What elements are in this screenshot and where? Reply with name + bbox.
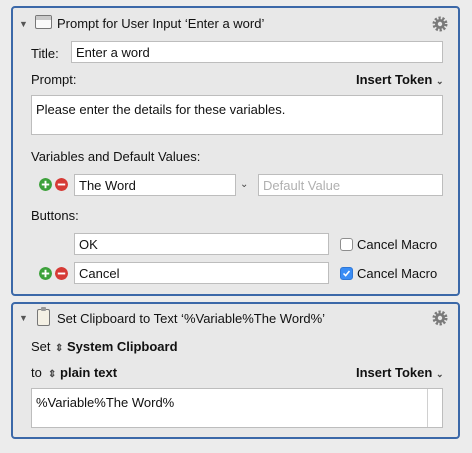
insert-token-menu[interactable]: Insert Token ⌄ (356, 72, 444, 87)
cancel-macro-checkbox-cancel[interactable] (340, 267, 353, 280)
variables-label: Variables and Default Values: (31, 149, 201, 164)
cancel-macro-label-cancel: Cancel Macro (357, 266, 438, 281)
gear-icon[interactable] (431, 309, 449, 327)
format-select[interactable]: ⇕ plain text (48, 365, 117, 380)
window-icon (35, 15, 52, 29)
plus-icon[interactable] (39, 267, 52, 280)
title-label: Title: (31, 46, 59, 61)
variable-name-input[interactable]: The Word (74, 174, 236, 196)
title-input[interactable]: Enter a word (71, 41, 443, 63)
default-value-input[interactable]: Default Value (258, 174, 443, 196)
buttons-label: Buttons: (31, 208, 79, 223)
clipboard-text-input[interactable]: %Variable%The Word% (31, 388, 443, 428)
minus-icon[interactable] (55, 267, 68, 280)
cancel-macro-label-ok: Cancel Macro (357, 237, 438, 252)
updown-chevron-icon: ⇕ (55, 343, 64, 354)
insert-token-menu[interactable]: Insert Token ⌄ (356, 365, 444, 380)
plus-icon[interactable] (39, 178, 52, 191)
cancel-macro-checkbox-ok[interactable] (340, 238, 353, 251)
updown-chevron-icon: ⇕ (48, 369, 57, 380)
prompt-textarea[interactable]: Please enter the details for these varia… (31, 95, 443, 135)
action-title: Set Clipboard to Text ‘%Variable%The Wor… (57, 311, 326, 326)
collapse-triangle-icon[interactable]: ▼ (19, 19, 28, 29)
prompt-label: Prompt: (31, 72, 77, 87)
collapse-triangle-icon[interactable]: ▼ (19, 313, 28, 323)
button-label-input-ok[interactable]: OK (74, 233, 329, 255)
gear-icon[interactable] (431, 15, 449, 33)
prompt-for-user-input-action[interactable]: ▼ Prompt for User Input ‘Enter a word’ T… (11, 6, 460, 296)
to-label: to (31, 365, 42, 380)
insert-token-label: Insert Token (356, 365, 433, 380)
clipboard-icon (37, 307, 50, 326)
clipboard-select-value: System Clipboard (67, 339, 178, 354)
text-scrollbar[interactable] (427, 389, 428, 427)
minus-icon[interactable] (55, 178, 68, 191)
button-label-input-cancel[interactable]: Cancel (74, 262, 329, 284)
clipboard-select[interactable]: ⇕ System Clipboard (55, 339, 178, 354)
action-title: Prompt for User Input ‘Enter a word’ (57, 16, 265, 31)
chevron-down-icon: ⌄ (435, 369, 444, 379)
set-clipboard-action[interactable]: ▼ Set Clipboard to Text ‘%Variable%The W… (11, 302, 460, 439)
format-select-value: plain text (60, 365, 118, 380)
variable-dropdown-chevron-icon[interactable]: ⌄ (240, 179, 248, 190)
set-label: Set (31, 339, 51, 354)
chevron-down-icon: ⌄ (435, 76, 444, 86)
insert-token-label: Insert Token (356, 72, 433, 87)
